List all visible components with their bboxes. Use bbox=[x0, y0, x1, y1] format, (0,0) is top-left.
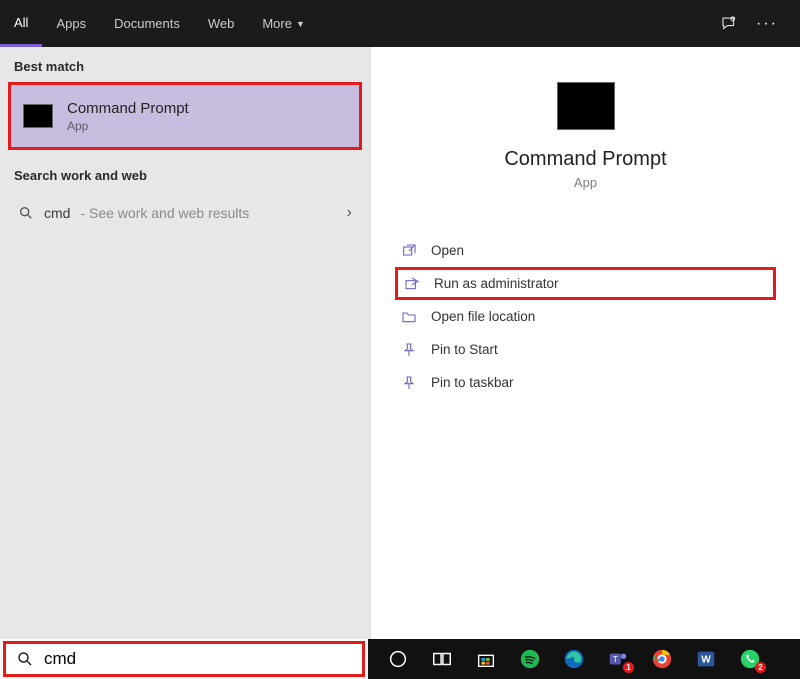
tab-web[interactable]: Web bbox=[194, 0, 249, 47]
command-prompt-large-icon bbox=[557, 82, 615, 130]
tab-all[interactable]: All bbox=[0, 0, 42, 47]
results-panel: Best match Command Prompt App Search wor… bbox=[0, 47, 370, 639]
best-match-title: Command Prompt bbox=[67, 100, 189, 117]
chevron-right-icon: › bbox=[347, 204, 352, 222]
best-match-result[interactable]: Command Prompt App bbox=[8, 82, 362, 150]
action-label: Open file location bbox=[431, 309, 535, 324]
taskbar-taskview[interactable] bbox=[430, 647, 454, 671]
action-pin-4[interactable]: Pin to taskbar bbox=[395, 366, 776, 399]
taskbar-chrome[interactable] bbox=[650, 647, 674, 671]
action-label: Run as administrator bbox=[434, 276, 559, 291]
action-label: Pin to taskbar bbox=[431, 375, 514, 390]
taskbar-teams[interactable]: T1 bbox=[606, 647, 630, 671]
detail-subtitle: App bbox=[574, 175, 597, 190]
tab-more[interactable]: More▼ bbox=[248, 0, 319, 47]
taskbar-store[interactable] bbox=[474, 647, 498, 671]
svg-text:T: T bbox=[613, 655, 618, 664]
search-icon bbox=[18, 205, 34, 221]
tab-apps[interactable]: Apps bbox=[42, 0, 100, 47]
folder-icon bbox=[401, 309, 417, 325]
taskbar-spotify[interactable] bbox=[518, 647, 542, 671]
svg-text:W: W bbox=[701, 655, 711, 666]
pin-icon bbox=[401, 342, 417, 358]
action-open[interactable]: Open bbox=[395, 234, 776, 267]
search-filter-tabs: All Apps Documents Web More▼ ··· bbox=[0, 0, 800, 47]
action-label: Open bbox=[431, 243, 464, 258]
work-web-heading: Search work and web bbox=[0, 156, 370, 191]
search-web-result[interactable]: cmd - See work and web results › bbox=[8, 193, 362, 233]
best-match-subtitle: App bbox=[67, 119, 189, 133]
taskbar-word[interactable]: W bbox=[694, 647, 718, 671]
taskbar-cortana[interactable] bbox=[386, 647, 410, 671]
tab-documents[interactable]: Documents bbox=[100, 0, 194, 47]
detail-panel: Command Prompt App Open Run as administra… bbox=[370, 47, 800, 639]
action-folder[interactable]: Open file location bbox=[395, 300, 776, 333]
pin-icon bbox=[401, 375, 417, 391]
taskbar: T1 W 2 bbox=[368, 639, 800, 679]
action-admin[interactable]: Run as administrator bbox=[395, 267, 776, 300]
taskbar-edge[interactable] bbox=[562, 647, 586, 671]
notification-badge: 1 bbox=[623, 662, 634, 673]
more-options-icon[interactable]: ··· bbox=[756, 15, 778, 33]
caret-down-icon: ▼ bbox=[296, 19, 305, 29]
search-input[interactable] bbox=[44, 649, 352, 669]
open-icon bbox=[401, 243, 417, 259]
search-icon bbox=[16, 650, 34, 668]
action-label: Pin to Start bbox=[431, 342, 498, 357]
command-prompt-icon bbox=[23, 104, 53, 128]
admin-icon bbox=[404, 276, 420, 292]
detail-title: Command Prompt bbox=[504, 148, 666, 171]
best-match-heading: Best match bbox=[0, 47, 370, 82]
notification-badge: 2 bbox=[755, 662, 766, 673]
search-box[interactable] bbox=[3, 641, 365, 677]
action-pin-3[interactable]: Pin to Start bbox=[395, 333, 776, 366]
feedback-icon[interactable] bbox=[720, 15, 738, 33]
taskbar-whatsapp[interactable]: 2 bbox=[738, 647, 762, 671]
web-query: cmd bbox=[44, 205, 70, 221]
detail-actions: Open Run as administrator Open file locati… bbox=[371, 234, 800, 399]
web-hint: - See work and web results bbox=[80, 205, 249, 221]
